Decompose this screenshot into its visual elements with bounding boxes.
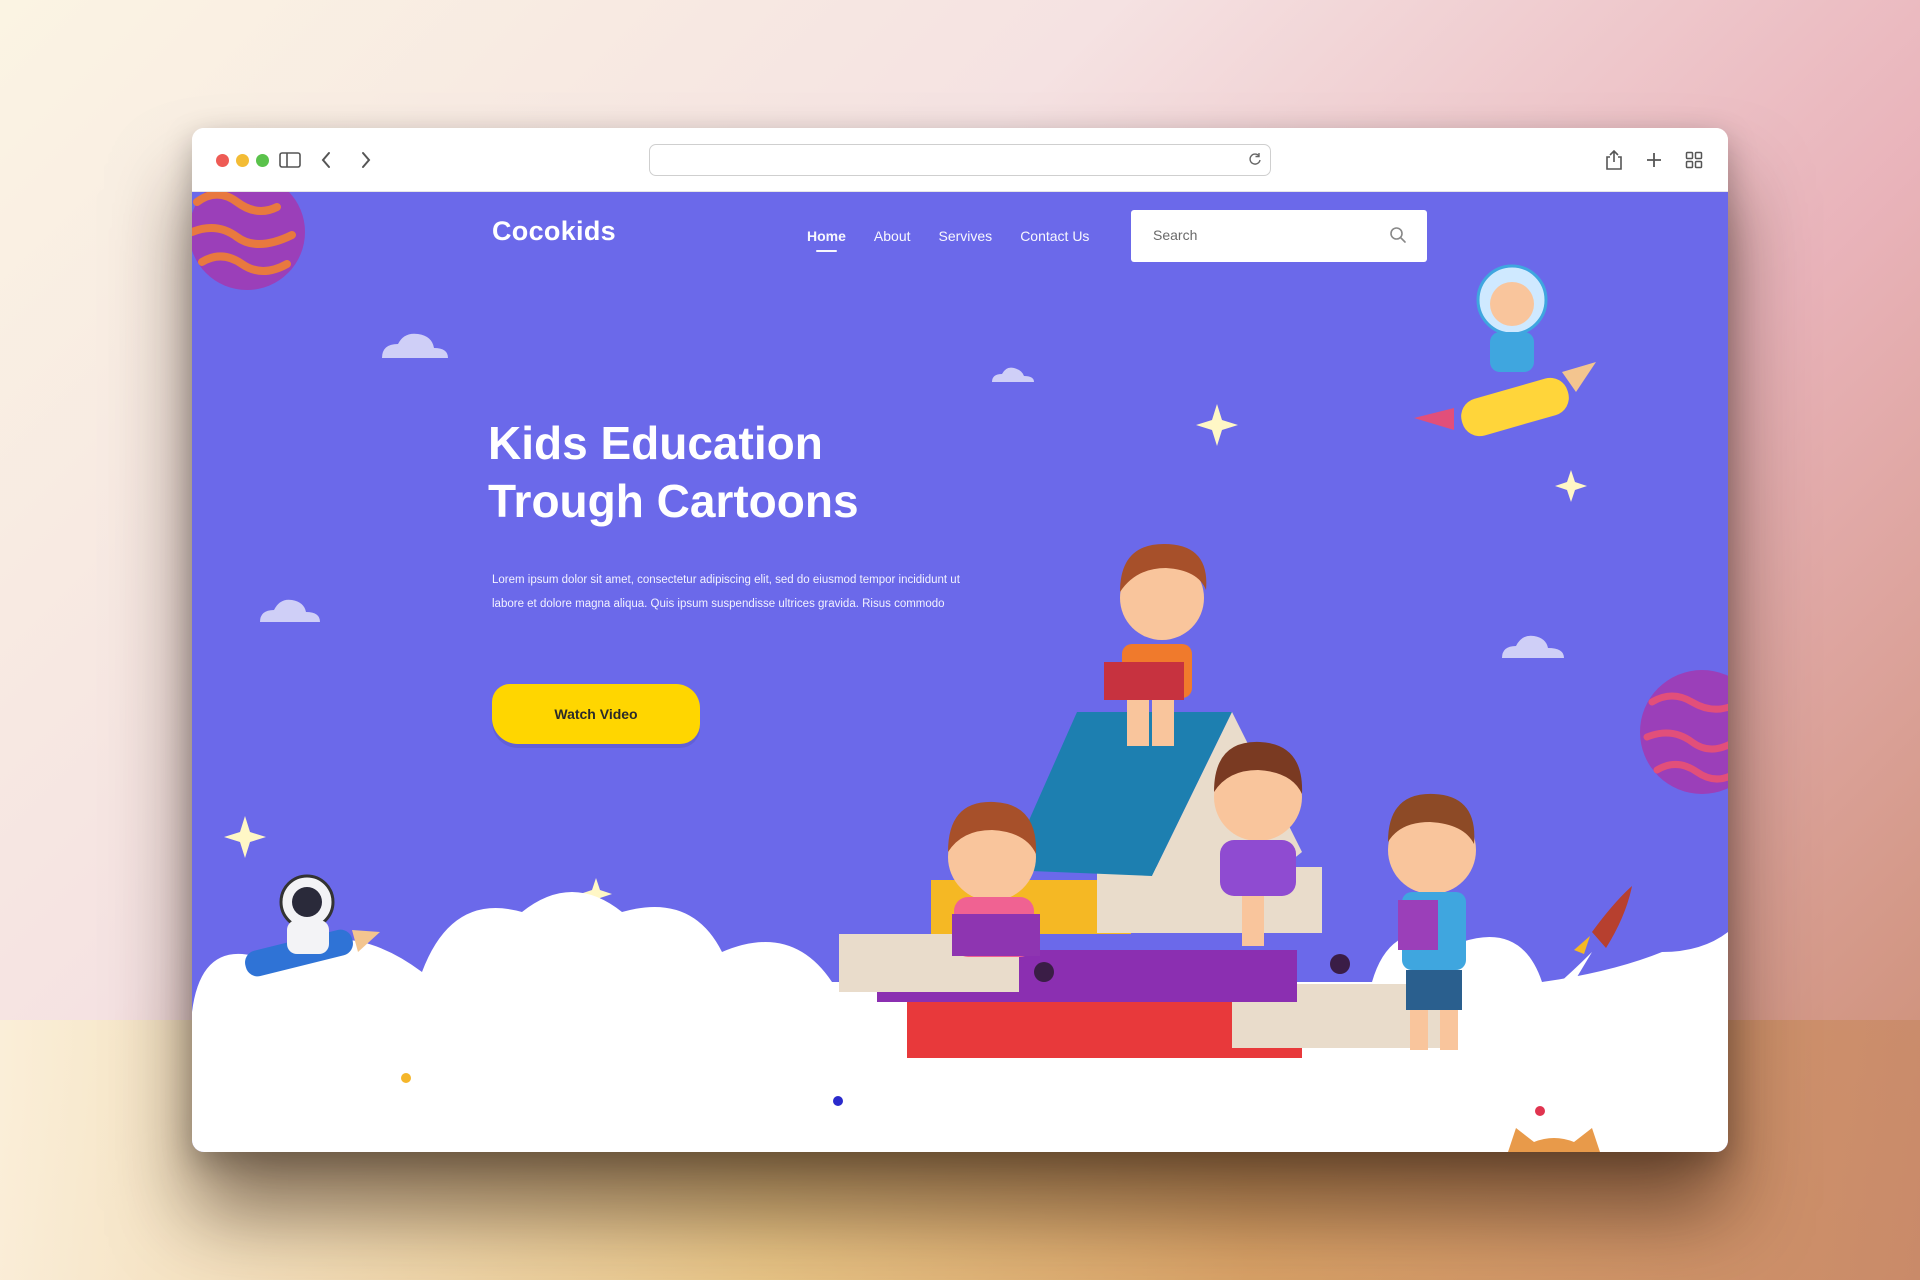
- browser-window: Cocokids Home About Servives Contact Us …: [192, 128, 1728, 1152]
- new-tab-icon[interactable]: [1640, 146, 1668, 174]
- close-window-button[interactable]: [216, 154, 229, 167]
- kid-girl-reading-icon: [948, 801, 1040, 957]
- book-stack-icon: [839, 712, 1442, 1058]
- sparkle-icons: [224, 404, 1587, 910]
- tab-overview-icon[interactable]: [1680, 146, 1708, 174]
- kid-pencil-rocket-icon: [1414, 264, 1596, 437]
- nav-services[interactable]: Servives: [939, 228, 993, 244]
- reload-icon[interactable]: [1248, 152, 1262, 171]
- hero-illustration: [192, 192, 1728, 1152]
- back-icon[interactable]: [312, 146, 340, 174]
- search-input[interactable]: [1153, 210, 1383, 260]
- minimize-window-button[interactable]: [236, 154, 249, 167]
- main-nav: Home About Servives Contact Us: [807, 228, 1089, 252]
- watch-video-button[interactable]: Watch Video: [492, 684, 700, 744]
- hero-title-line-1: Kids Education: [488, 417, 823, 469]
- address-bar[interactable]: [649, 144, 1271, 176]
- planet-right-icon: [1640, 670, 1728, 794]
- site-logo[interactable]: Cocokids: [492, 216, 616, 247]
- maximize-window-button[interactable]: [256, 154, 269, 167]
- landing-page: Cocokids Home About Servives Contact Us …: [192, 192, 1728, 1152]
- planet-top-left-icon: [192, 192, 305, 290]
- nav-home[interactable]: Home: [807, 228, 846, 252]
- search-icon[interactable]: [1389, 226, 1407, 249]
- forward-icon[interactable]: [352, 146, 380, 174]
- hero-description: Lorem ipsum dolor sit amet, consectetur …: [492, 574, 960, 610]
- nav-contact[interactable]: Contact Us: [1020, 228, 1089, 244]
- search-box: [1131, 210, 1427, 262]
- hero-title: Kids Education Trough Cartoons: [488, 414, 859, 530]
- sidebar-icon[interactable]: [276, 146, 304, 174]
- share-icon[interactable]: [1600, 146, 1628, 174]
- hero-title-line-2: Trough Cartoons: [488, 475, 859, 527]
- nav-about[interactable]: About: [874, 228, 911, 244]
- browser-toolbar: [192, 128, 1728, 192]
